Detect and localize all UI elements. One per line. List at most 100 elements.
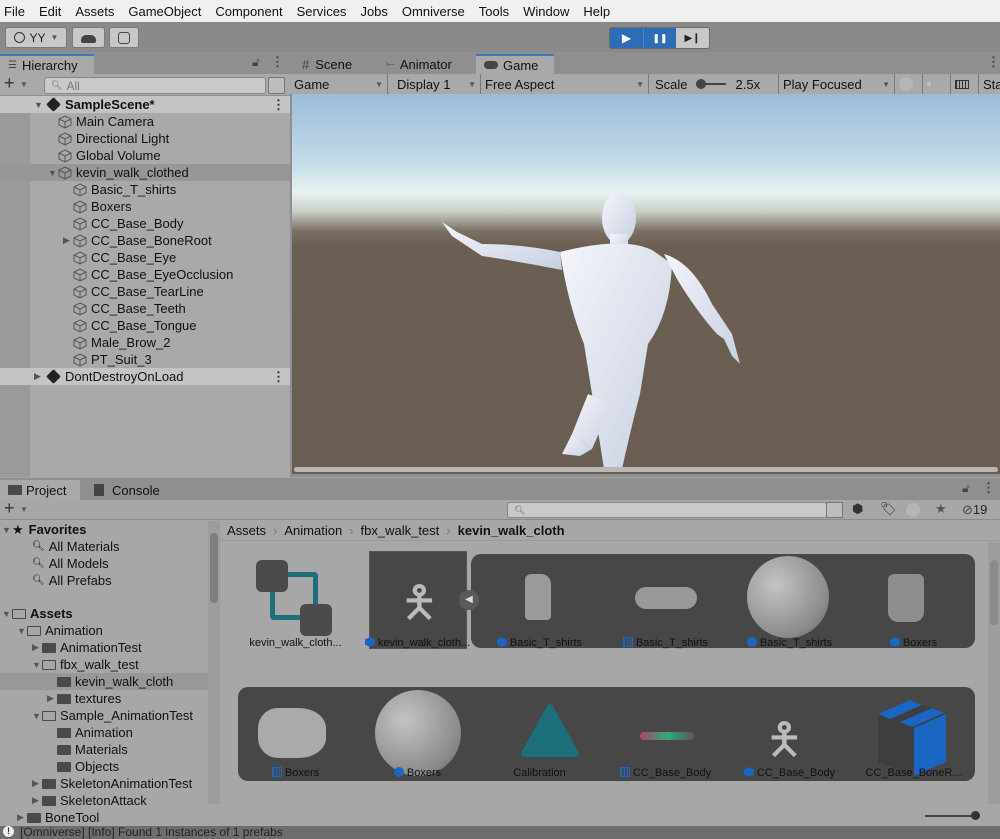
project-tree-item[interactable]: ▶ textures <box>0 690 208 707</box>
icon-size-slider[interactable] <box>925 811 980 820</box>
filter-label-icon[interactable]: 🏷︎ <box>880 501 897 517</box>
favorite-all-prefabs[interactable]: 🔍︎ All Prefabs <box>32 572 112 589</box>
favorites-row[interactable]: ▼ ★ Favorites <box>2 521 86 538</box>
maximize-toggle[interactable] <box>895 74 923 94</box>
expand-arrow-icon[interactable]: ▼ <box>17 626 27 636</box>
tree-scrollbar-thumb[interactable] <box>210 533 218 603</box>
add-button[interactable]: + <box>4 73 15 94</box>
game-viewport[interactable] <box>292 94 1000 474</box>
dontdestroy-row[interactable]: ▶ DontDestroyOnLoad ⋮ <box>0 368 290 385</box>
account-dropdown[interactable]: YY ▼ <box>5 27 67 48</box>
project-tree-item[interactable]: Objects <box>0 758 208 775</box>
menu-tools[interactable]: Tools <box>479 4 509 19</box>
cloud-button[interactable] <box>72 27 105 48</box>
tab-scene[interactable]: # Scene <box>294 54 360 74</box>
menu-gameobject[interactable]: GameObject <box>128 4 201 19</box>
asset-item[interactable]: Basic_T_shirts <box>732 637 847 649</box>
step-button[interactable]: ▶❙ <box>676 28 709 48</box>
hierarchy-item[interactable]: CC_Base_TearLine <box>0 283 290 300</box>
hierarchy-item[interactable]: Directional Light <box>0 130 290 147</box>
pause-button[interactable]: ❚❚ <box>643 28 676 48</box>
hierarchy-search[interactable]: 🔍︎ All <box>44 77 266 94</box>
expand-arrow-icon[interactable]: ▼ <box>32 711 42 721</box>
collapsed-arrow-icon[interactable]: ▶ <box>17 812 27 823</box>
collapsed-arrow-icon[interactable]: ▶ <box>32 642 42 653</box>
favorite-star-icon[interactable]: ★ <box>935 501 947 517</box>
menu-omniverse[interactable]: Omniverse <box>402 4 465 19</box>
hidden-packages-toggle[interactable]: ⊘19 <box>962 502 987 518</box>
grid-scrollbar-thumb[interactable] <box>990 560 998 625</box>
lock-icon[interactable]: 🔓︎ <box>962 481 970 496</box>
menu-edit[interactable]: Edit <box>39 4 61 19</box>
asset-item[interactable]: kevin_walk_cloth... <box>360 637 475 649</box>
scale-slider[interactable] <box>695 79 726 89</box>
asset-item[interactable]: kevin_walk_cloth... <box>238 637 353 649</box>
display-dropdown[interactable]: Display 1 ▼ <box>389 74 481 94</box>
project-tree-item[interactable]: ▼ Sample_AnimationTest <box>0 707 208 724</box>
asset-item[interactable]: CC_Base_BoneR... <box>856 767 971 779</box>
project-tree-item[interactable]: ▶ AnimationTest <box>0 639 208 656</box>
project-tree-item[interactable]: ▶ SkeletonAnimationTest <box>0 775 208 792</box>
menu-services[interactable]: Services <box>297 4 347 19</box>
dontdestroy-options-icon[interactable]: ⋮ <box>272 369 285 385</box>
breadcrumb-fbx-walk-test[interactable]: fbx_walk_test <box>361 523 440 538</box>
hierarchy-item[interactable]: Basic_T_shirts <box>0 181 290 198</box>
menu-component[interactable]: Component <box>215 4 282 19</box>
tab-hierarchy[interactable]: ☰ Hierarchy <box>0 54 94 74</box>
asset-item[interactable]: Boxers <box>360 767 475 779</box>
asset-item[interactable]: CC_Base_Body <box>732 767 847 779</box>
assets-row[interactable]: ▼ Assets <box>2 605 73 622</box>
hierarchy-item[interactable]: CC_Base_Tongue <box>0 317 290 334</box>
hierarchy-item[interactable]: CC_Base_Body <box>0 215 290 232</box>
scene-row[interactable]: ▼ SampleScene* ⋮ <box>0 96 290 113</box>
menu-file[interactable]: File <box>4 4 25 19</box>
create-dropdown-icon[interactable]: ▼ <box>20 505 28 514</box>
hierarchy-item[interactable]: PT_Suit_3 <box>0 351 290 368</box>
filter-type-icon[interactable]: ⬢ <box>852 501 863 517</box>
tab-animator[interactable]: ⤚ Animator <box>378 54 460 74</box>
status-bar[interactable]: ! [Omniverse] [Info] Found 1 instances o… <box>0 826 1000 839</box>
more-options-icon[interactable]: ⋮ <box>982 480 995 496</box>
project-tree-item[interactable]: ▼ fbx_walk_test <box>0 656 208 673</box>
collapse-prefab-button[interactable]: ◀ <box>459 590 479 610</box>
asset-item[interactable]: Basic_T_shirts <box>482 637 597 649</box>
tab-game[interactable]: Game <box>476 54 554 74</box>
asset-item[interactable]: Boxers <box>856 637 971 649</box>
hierarchy-item[interactable]: CC_Base_Teeth <box>0 300 290 317</box>
menu-help[interactable]: Help <box>583 4 610 19</box>
collapsed-arrow-icon[interactable]: ▶ <box>47 693 57 704</box>
filter-log-icon[interactable] <box>906 503 920 517</box>
lock-icon[interactable]: 🔓︎ <box>252 55 260 70</box>
project-tree-item[interactable]: Materials <box>0 741 208 758</box>
collapsed-arrow-icon[interactable]: ▶ <box>32 778 42 789</box>
project-tree-item[interactable]: kevin_walk_cloth <box>0 673 208 690</box>
asset-item[interactable]: CC_Base_Body <box>608 767 723 779</box>
breadcrumb-assets[interactable]: Assets <box>227 523 266 538</box>
project-tree-item[interactable]: ▶ SkeletonAttack <box>0 792 208 809</box>
hierarchy-item[interactable]: ▼ kevin_walk_clothed <box>0 164 290 181</box>
menu-jobs[interactable]: Jobs <box>360 4 387 19</box>
animator-controller-icon[interactable] <box>256 560 336 640</box>
expand-arrow-icon[interactable]: ▼ <box>2 609 12 619</box>
project-tree-item[interactable]: ▼ Animation <box>0 622 208 639</box>
aspect-dropdown[interactable]: Free Aspect ▼ <box>481 74 649 94</box>
collapsed-arrow-icon[interactable]: ▶ <box>63 235 73 246</box>
hierarchy-item[interactable]: ▶ CC_Base_BoneRoot <box>0 232 290 249</box>
hierarchy-item[interactable]: Male_Brow_2 <box>0 334 290 351</box>
menu-assets[interactable]: Assets <box>75 4 114 19</box>
project-tree-item[interactable]: Animation <box>0 724 208 741</box>
tree-scrollbar[interactable] <box>208 521 220 804</box>
expand-arrow-icon[interactable]: ▼ <box>48 168 58 178</box>
more-options-icon[interactable]: ⋮ <box>271 54 284 70</box>
grid-scrollbar[interactable] <box>988 542 1000 804</box>
hierarchy-item[interactable]: Global Volume <box>0 147 290 164</box>
icon-size-slider-handle[interactable] <box>971 811 980 820</box>
hierarchy-item[interactable]: Main Camera <box>0 113 290 130</box>
favorite-all-models[interactable]: 🔍︎ All Models <box>32 555 109 572</box>
collapsed-arrow-icon[interactable]: ▶ <box>34 371 44 382</box>
search-mode-button[interactable] <box>268 77 285 94</box>
hierarchy-item[interactable]: CC_Base_Eye <box>0 249 290 266</box>
breadcrumb-animation[interactable]: Animation <box>284 523 342 538</box>
play-mode-dropdown[interactable]: Play Focused ▼ <box>779 74 895 94</box>
expand-arrow-icon[interactable]: ▼ <box>2 525 12 535</box>
